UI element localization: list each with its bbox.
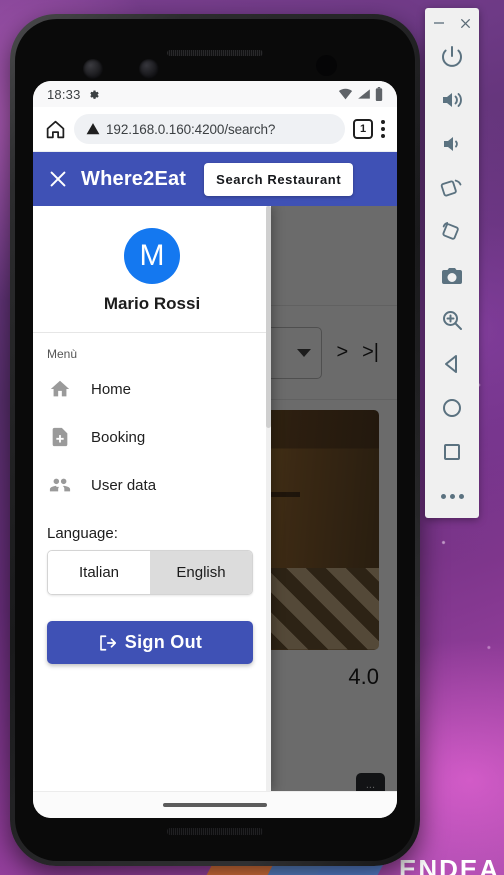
navigation-drawer: M Mario Rossi Menù Home Booking User dat… bbox=[33, 206, 271, 791]
more-dots-icon[interactable] bbox=[425, 474, 479, 518]
zoom-icon[interactable] bbox=[425, 298, 479, 342]
app-toolbar: Where2Eat Search Restaurant bbox=[33, 152, 397, 206]
bottom-speaker bbox=[167, 828, 263, 835]
emulator-window-controls bbox=[425, 12, 479, 34]
people-icon bbox=[49, 478, 71, 492]
close-x-icon[interactable] bbox=[47, 168, 69, 190]
language-toggle-group: Italian English bbox=[47, 550, 253, 595]
kebab-menu-icon[interactable] bbox=[381, 120, 385, 138]
logout-icon bbox=[99, 634, 116, 651]
front-camera-secondary-icon bbox=[139, 59, 159, 79]
sign-out-section: Sign Out bbox=[33, 595, 271, 682]
user-name: Mario Rossi bbox=[103, 294, 201, 313]
sign-out-label: Sign Out bbox=[124, 632, 203, 652]
signal-icon bbox=[358, 89, 370, 99]
sign-out-button[interactable]: Sign Out bbox=[47, 621, 253, 664]
battery-icon bbox=[375, 87, 383, 101]
language-option-english[interactable]: English bbox=[150, 551, 252, 594]
url-text: 192.168.0.160:4200/search? bbox=[106, 121, 276, 137]
app-title: Where2Eat bbox=[81, 167, 187, 190]
gear-icon bbox=[89, 90, 99, 99]
tab-count-value: 1 bbox=[359, 123, 367, 135]
warning-triangle-icon bbox=[86, 123, 100, 135]
volume-down-icon[interactable] bbox=[425, 122, 479, 166]
app-content: e: 1 > >| 4.0 ... bbox=[33, 206, 397, 791]
android-status-bar: 18:33 bbox=[33, 81, 397, 107]
phone-bezel: 18:33 192.168.0.160:4200/search? 1 Where… bbox=[15, 19, 415, 861]
screenshot-camera-icon[interactable] bbox=[425, 254, 479, 298]
browser-toolbar: 192.168.0.160:4200/search? 1 bbox=[33, 107, 397, 152]
back-triangle-icon[interactable] bbox=[425, 342, 479, 386]
wifi-icon bbox=[338, 88, 353, 100]
sidebar-item-home[interactable]: Home bbox=[33, 365, 271, 413]
rotate-right-icon[interactable] bbox=[425, 210, 479, 254]
minimize-button[interactable] bbox=[431, 15, 447, 31]
android-emulator-device: 18:33 192.168.0.160:4200/search? 1 Where… bbox=[10, 14, 420, 866]
drawer-scrollbar[interactable] bbox=[266, 206, 271, 791]
earpiece-speaker bbox=[167, 50, 263, 56]
avatar: M bbox=[124, 228, 180, 284]
power-icon[interactable] bbox=[425, 34, 479, 78]
sensor-dot-icon bbox=[316, 55, 337, 76]
android-gesture-bar[interactable] bbox=[33, 791, 397, 818]
phone-screen: 18:33 192.168.0.160:4200/search? 1 Where… bbox=[33, 81, 397, 818]
language-option-italian[interactable]: Italian bbox=[48, 551, 150, 594]
volume-up-icon[interactable] bbox=[425, 78, 479, 122]
sidebar-item-label: Home bbox=[91, 380, 132, 398]
sidebar-item-label: User data bbox=[91, 476, 157, 494]
language-label: Language: bbox=[47, 525, 118, 542]
sidebar-item-label: Booking bbox=[91, 428, 146, 446]
desktop-taskbar-text: ENDEA bbox=[398, 854, 500, 875]
emulator-toolbar bbox=[425, 8, 479, 518]
note-add-icon bbox=[52, 427, 68, 447]
home-outline-icon[interactable] bbox=[45, 119, 66, 140]
sidebar-item-booking[interactable]: Booking bbox=[33, 413, 271, 461]
tab-count-button[interactable]: 1 bbox=[353, 119, 373, 139]
desktop-background: ENDEA 18:33 192.168.0.160:4200/search? 1… bbox=[0, 0, 504, 875]
sidebar-item-user-data[interactable]: User data bbox=[33, 461, 271, 509]
language-section: Language: Italian English bbox=[33, 509, 271, 595]
close-button[interactable] bbox=[458, 15, 474, 31]
front-camera-icon bbox=[83, 59, 103, 79]
status-bar-clock: 18:33 bbox=[47, 86, 81, 102]
overview-square-icon[interactable] bbox=[425, 430, 479, 474]
home-circle-icon[interactable] bbox=[425, 386, 479, 430]
url-bar[interactable]: 192.168.0.160:4200/search? bbox=[74, 114, 345, 144]
home-icon bbox=[50, 380, 70, 397]
drawer-profile-header: M Mario Rossi bbox=[33, 206, 271, 333]
menu-section-label: Menù bbox=[47, 347, 78, 361]
search-restaurant-button[interactable]: Search Restaurant bbox=[204, 162, 354, 196]
rotate-left-icon[interactable] bbox=[425, 166, 479, 210]
drawer-menu: Home Booking User data bbox=[33, 365, 271, 509]
